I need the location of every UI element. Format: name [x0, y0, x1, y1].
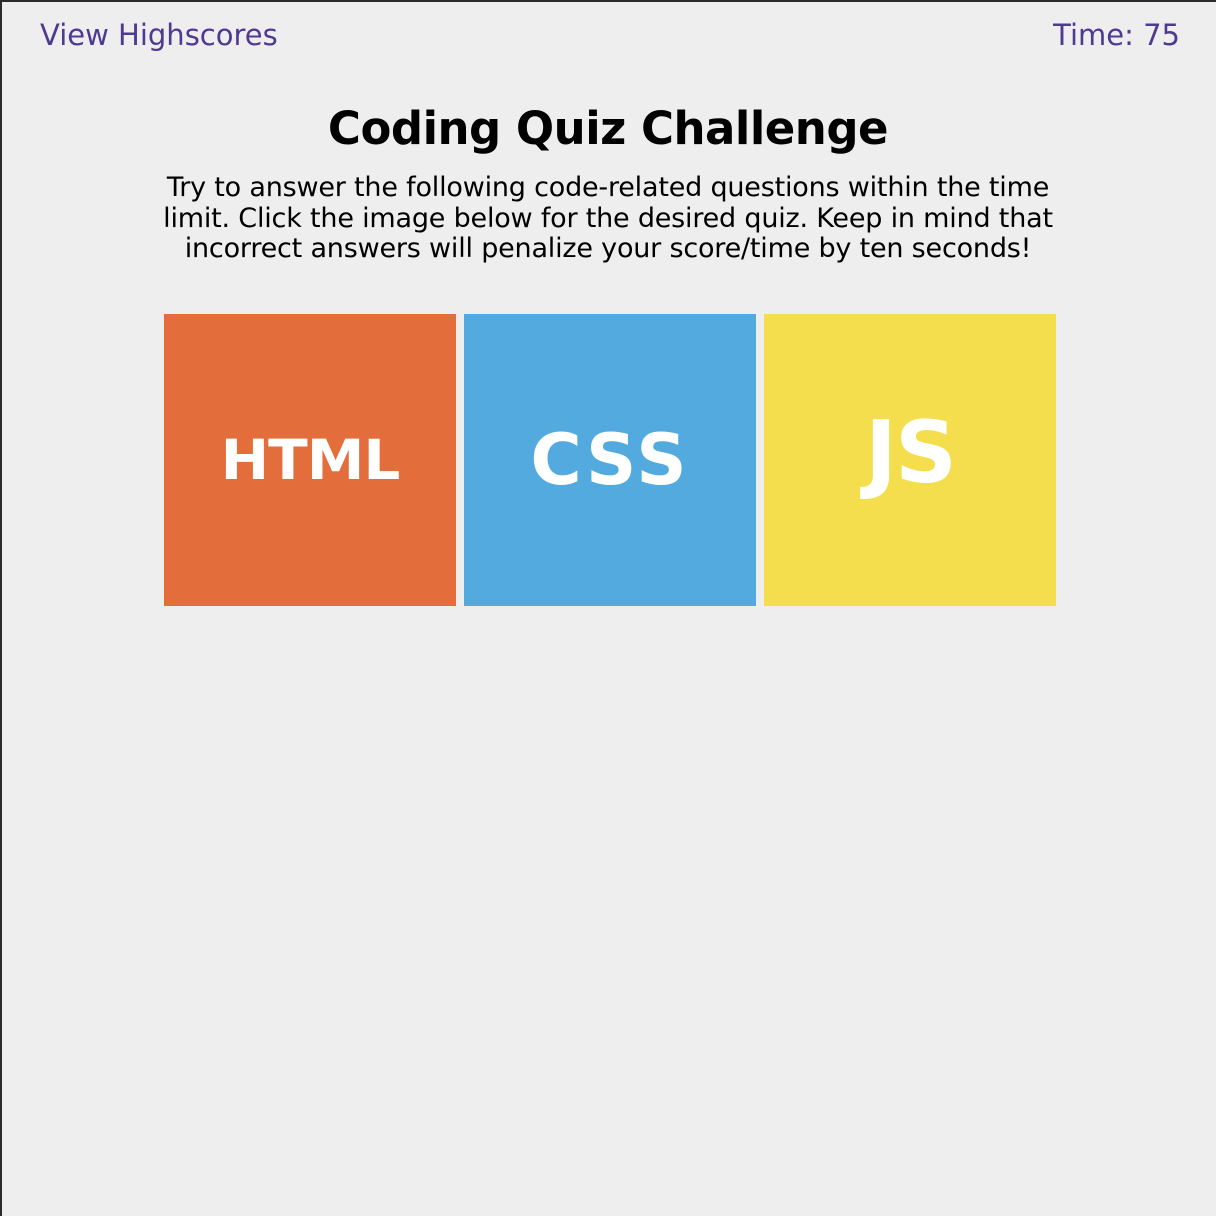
js-quiz-label: JS: [865, 403, 957, 503]
css-quiz-tile[interactable]: CSS: [464, 314, 756, 606]
page-title: Coding Quiz Challenge: [327, 102, 889, 155]
top-bar: View Highscores Time: 75: [0, 0, 1216, 76]
css-quiz-label: CSS: [530, 419, 690, 501]
quiz-selection-tiles: HTML CSS JS: [164, 314, 1056, 606]
html-quiz-label: HTML: [220, 427, 401, 493]
view-highscores-link[interactable]: View Highscores: [40, 18, 278, 52]
quiz-instructions: Try to answer the following code-related…: [163, 172, 1053, 264]
js-quiz-tile[interactable]: JS: [764, 314, 1056, 606]
html-quiz-tile[interactable]: HTML: [164, 314, 456, 606]
timer-display: Time: 75: [1053, 18, 1180, 52]
